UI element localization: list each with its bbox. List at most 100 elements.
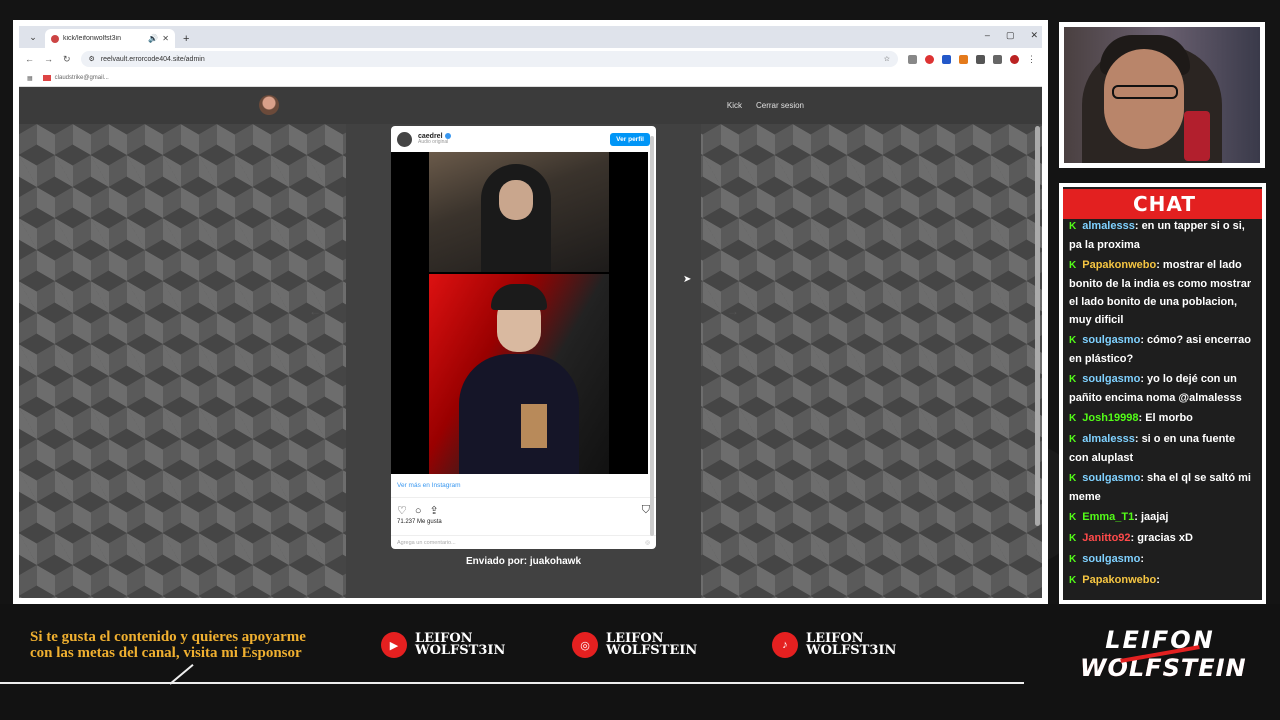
sent-by-label: Enviado por: juakohawk	[465, 556, 582, 567]
prev-arrow-icon[interactable]: ←	[309, 304, 321, 318]
player-hair	[491, 284, 547, 310]
view-profile-button[interactable]: Ver perfil	[610, 132, 650, 146]
cam-glasses	[1112, 85, 1178, 99]
social-youtube-line2: WOLFST3IN	[415, 643, 506, 658]
ig-comment-row[interactable]: Agrega un comentario... ◎	[391, 535, 656, 549]
kick-badge-icon: K	[1069, 413, 1077, 424]
chat-username[interactable]: Josh19998	[1082, 412, 1138, 424]
cam-microphone	[1184, 111, 1210, 161]
chat-username[interactable]: almalesss	[1082, 220, 1135, 232]
social-instagram: ◎ LEIFON WOLFSTEIN	[572, 632, 697, 658]
chat-header: CHAT	[1063, 189, 1262, 219]
address-bar-row: ← → ↻ ⚙ reelvault.errorcode404.site/admi…	[19, 48, 1042, 70]
ig-likes: 71.237 Me gusta	[397, 519, 442, 525]
kick-badge-icon: K	[1069, 434, 1077, 445]
tab-search-icon[interactable]: ⌄	[25, 29, 41, 45]
instagram-icon: ◎	[572, 632, 598, 658]
browser-tab[interactable]: kick/leifonwolfst3in 🔊 ✕	[45, 29, 175, 48]
puzzle-icon[interactable]	[976, 54, 985, 64]
chat-frame: CHAT Kalmalesss: en un tapper si o si, p…	[1059, 183, 1266, 604]
chat-message: K Janitto92: gracias xD	[1069, 529, 1256, 548]
kick-badge-icon: K	[1069, 575, 1077, 586]
streamer-face	[499, 180, 533, 220]
site-logo[interactable]	[259, 95, 279, 115]
ig-video[interactable]	[391, 152, 648, 474]
kick-badge-icon: K	[1069, 260, 1077, 271]
menu-kebab-icon[interactable]: ⋮	[1027, 54, 1036, 65]
brand-logo-line2: WOLFSTEIN	[1080, 654, 1247, 682]
instagram-embed: caedrel Audio original Ver perfil Ver má…	[391, 126, 656, 549]
nav-link-logout[interactable]: Cerrar sesion	[756, 101, 804, 110]
ig-avatar[interactable]	[397, 131, 412, 147]
instagram-logo-icon[interactable]: ◎	[645, 540, 650, 546]
webcam-feed	[1064, 27, 1260, 163]
comment-input[interactable]: Agrega un comentario...	[397, 540, 645, 546]
extension-icon[interactable]	[908, 54, 917, 64]
bookmark-star-icon[interactable]: ☆	[884, 55, 890, 63]
page-scrollbar[interactable]	[1035, 126, 1040, 526]
bookmark-gmail[interactable]: claudstrike@gmail...	[42, 75, 109, 81]
maximize-icon[interactable]: ▢	[1006, 30, 1015, 41]
chat-username[interactable]: soulgasmo	[1082, 553, 1140, 565]
save-bookmark-icon[interactable]: ⛉	[642, 504, 650, 517]
minimize-icon[interactable]: –	[985, 30, 990, 41]
share-icon[interactable]: ⇪	[430, 504, 439, 517]
profile-avatar[interactable]	[1010, 54, 1019, 64]
new-tab-icon[interactable]: +	[183, 33, 189, 45]
bottom-overlay: Si te gusta el contenido y quieres apoya…	[0, 604, 1280, 720]
apps-grid-icon[interactable]: ▦	[27, 75, 33, 82]
metamask-icon[interactable]	[959, 54, 968, 64]
tab-audio-icon[interactable]: 🔊	[148, 34, 158, 43]
ig-audio[interactable]: Audio original	[418, 140, 604, 145]
chat-message: Kalmalesss: si o en una fuente con alupl…	[1069, 430, 1256, 467]
view-more-link[interactable]: Ver más en Instagram	[391, 474, 656, 498]
adblock-icon[interactable]	[925, 54, 934, 64]
tab-close-icon[interactable]: ✕	[162, 34, 169, 43]
chat-message: K Josh19998: El morbo	[1069, 409, 1256, 428]
back-icon[interactable]: ←	[25, 54, 34, 64]
site-body: ← → caedrel Audio original Ver perfil Ve…	[19, 124, 1042, 598]
url-input[interactable]: ⚙ reelvault.errorcode404.site/admin ☆	[80, 51, 898, 67]
nav-links: Kick Cerrar sesion	[727, 101, 804, 110]
chat-username[interactable]: Papakonwebo	[1082, 259, 1156, 271]
nav-link-kick[interactable]: Kick	[727, 101, 742, 110]
chat-username[interactable]: soulgasmo	[1082, 334, 1140, 346]
tab-title: kick/leifonwolfst3in	[63, 35, 121, 42]
forward-icon[interactable]: →	[44, 54, 53, 64]
site-info-icon[interactable]: ⚙	[89, 55, 95, 63]
chat-username[interactable]: Janitto92	[1082, 532, 1130, 544]
tab-favicon-icon	[51, 34, 59, 43]
chat-title: CHAT	[1132, 192, 1196, 216]
social-tiktok: ♪ LEIFON WOLFST3IN	[772, 632, 896, 658]
social-tiktok-line2: WOLFST3IN	[806, 643, 897, 658]
media-icon[interactable]	[993, 54, 1002, 64]
close-window-icon[interactable]: ✕	[1030, 30, 1038, 41]
youtube-icon: ▶	[381, 632, 407, 658]
chat-username[interactable]: Papakonwebo	[1082, 574, 1156, 586]
embed-scrollbar[interactable]	[650, 136, 654, 536]
trophy	[521, 404, 547, 448]
chat-message: Ksoulgasmo: sha el ql se saltó mi meme	[1069, 469, 1256, 506]
browser-capture-frame: ⌄ kick/leifonwolfst3in 🔊 ✕ + – ▢ ✕ ← → ↻…	[13, 20, 1048, 604]
chat-username[interactable]: almalesss	[1082, 433, 1135, 445]
ig-user-block: caedrel Audio original	[418, 133, 604, 145]
chat-message: Ksoulgasmo: cómo? asi encerrao en plásti…	[1069, 331, 1256, 368]
url-text: reelvault.errorcode404.site/admin	[100, 55, 205, 63]
like-heart-icon[interactable]: ♡	[397, 504, 407, 517]
site-navbar: Kick Cerrar sesion	[19, 87, 1042, 124]
browser-window: ⌄ kick/leifonwolfst3in 🔊 ✕ + – ▢ ✕ ← → ↻…	[19, 26, 1042, 598]
chat-message: Ksoulgasmo:	[1069, 550, 1256, 569]
news-extension-icon[interactable]	[942, 54, 951, 64]
chat-message: K Emma_T1: jaajaj	[1069, 508, 1256, 527]
reload-icon[interactable]: ↻	[63, 54, 71, 65]
chat-username[interactable]: soulgasmo	[1082, 472, 1140, 484]
chat-username[interactable]: soulgasmo	[1082, 373, 1140, 385]
comment-icon[interactable]: ○	[415, 505, 422, 517]
next-arrow-icon[interactable]: →	[727, 304, 739, 318]
kick-badge-icon: K	[1069, 512, 1077, 523]
chat-text: : El morbo	[1138, 412, 1193, 424]
mouse-cursor-icon: ➤	[683, 274, 692, 285]
ig-header: caedrel Audio original Ver perfil	[391, 126, 656, 152]
chat-username[interactable]: Emma_T1	[1082, 511, 1134, 523]
brand-logo-line1: LEIFON	[1105, 626, 1215, 654]
